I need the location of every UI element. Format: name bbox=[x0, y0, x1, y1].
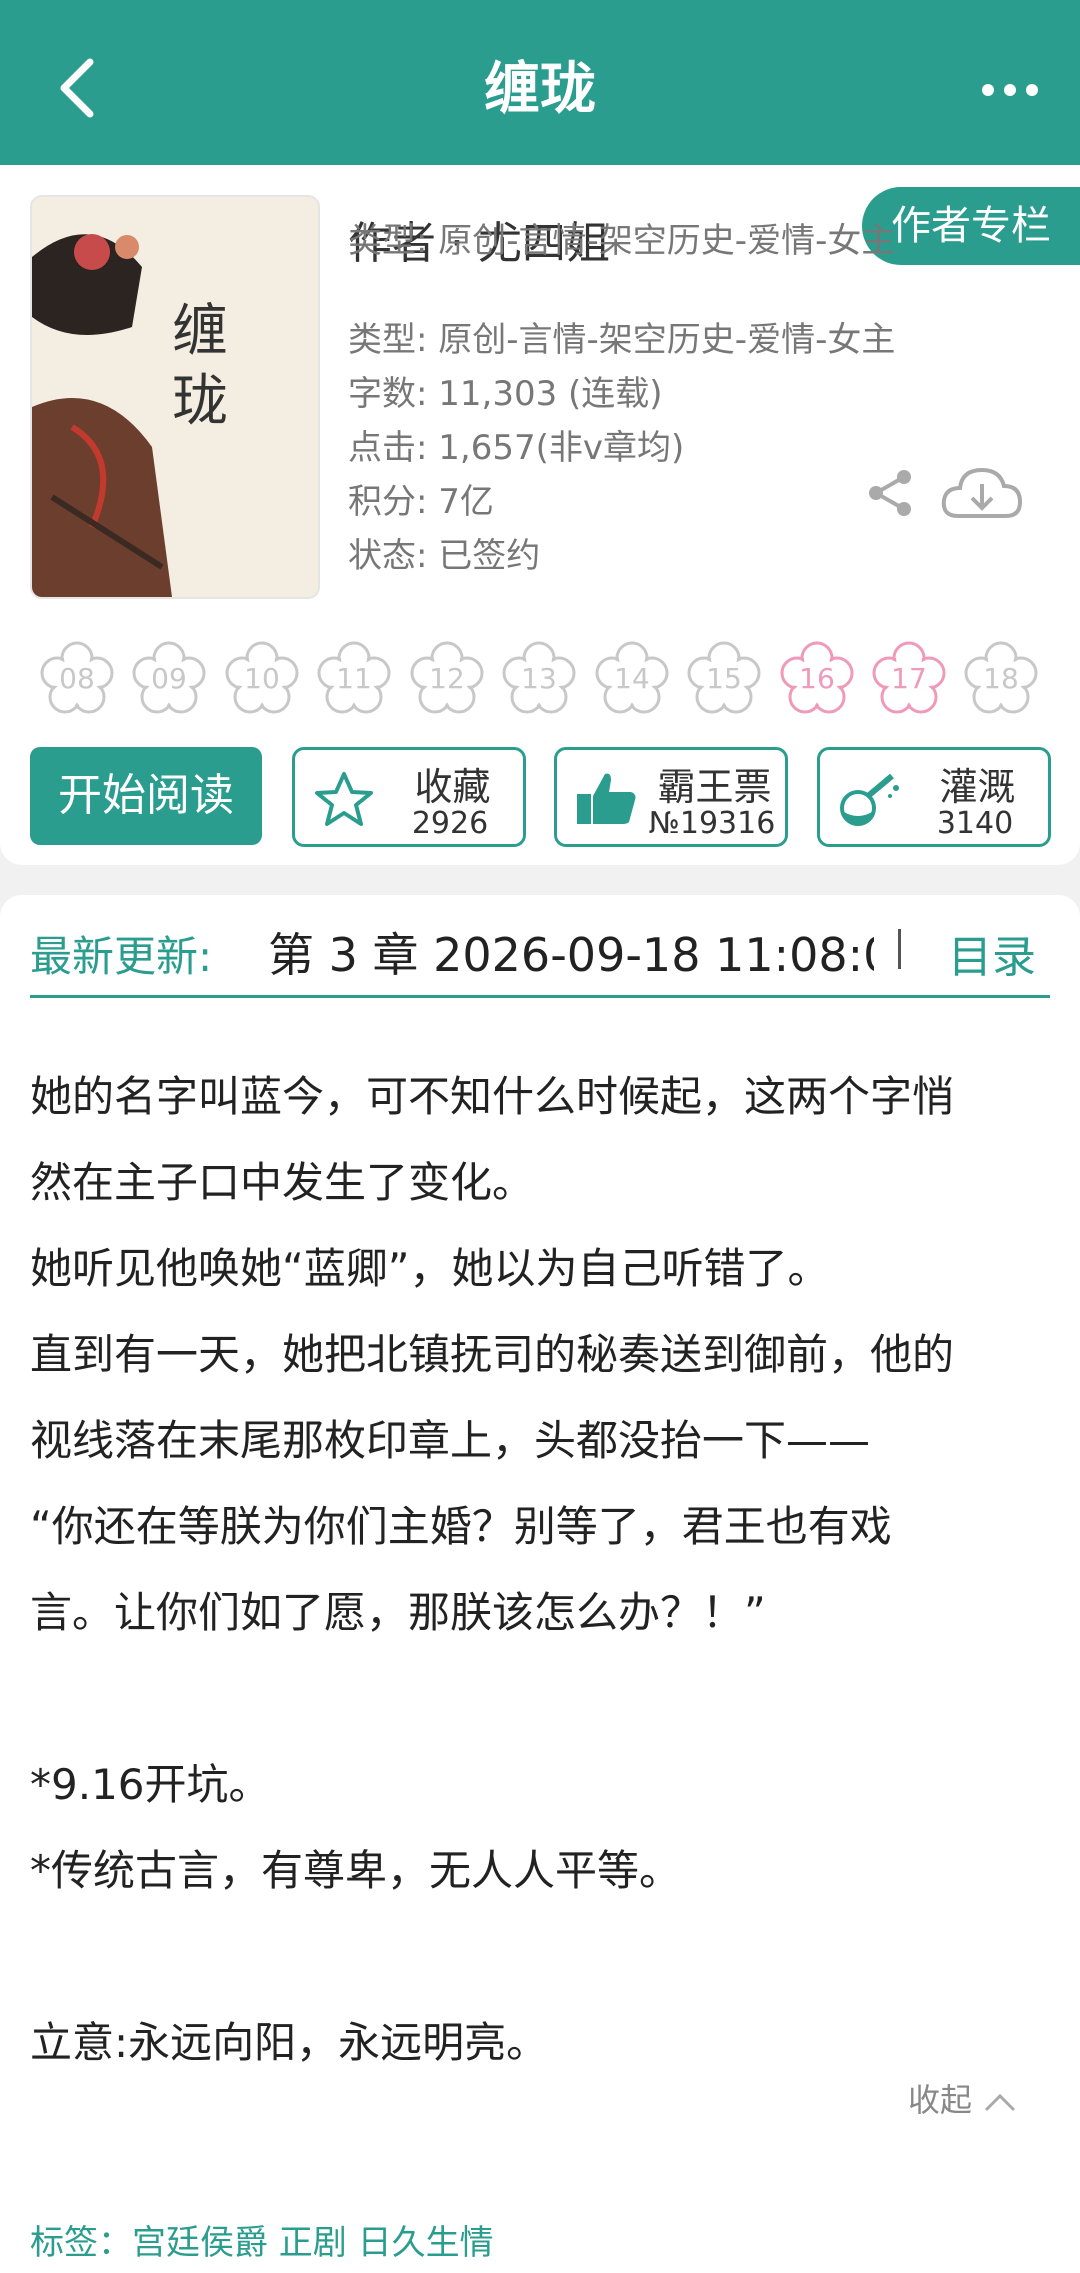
cover-title-text: 缠珑 bbox=[172, 299, 228, 434]
flower-level-09: 09 bbox=[130, 640, 208, 718]
flower-label: 11 bbox=[336, 662, 372, 695]
meta-genre-line: 类型: 原创-言情-架空历史-爱情-女主 bbox=[348, 320, 896, 360]
table-of-contents-link[interactable]: 目录 bbox=[948, 921, 1036, 985]
flower-rating-row: 08 09 10 11 12 13 14 15 16 17 18 bbox=[38, 640, 1048, 720]
page-title: 缠珑 bbox=[484, 57, 596, 122]
latest-update-text[interactable]: 第 3 章 2026-09-18 11:08:00 bbox=[268, 919, 874, 985]
vote-count: №19316 bbox=[648, 806, 776, 841]
collapse-label: 收起 bbox=[908, 2081, 973, 2119]
meta-points: 积分: 7亿 bbox=[348, 482, 494, 522]
description-line: 言。让你们如了愿，那朕该怎么办？！” bbox=[30, 1588, 766, 1637]
flower-label: 18 bbox=[983, 662, 1019, 695]
vote-button[interactable]: 霸王票 №19316 bbox=[554, 747, 788, 847]
meta-status: 状态: 已签约 bbox=[348, 536, 541, 576]
flower-label: 09 bbox=[151, 662, 187, 695]
top-app-bar: 缠珑 bbox=[0, 0, 1080, 165]
thumbs-up-icon bbox=[577, 773, 636, 824]
description-line: *9.16开坑。 bbox=[30, 1760, 271, 1809]
flower-level-10: 10 bbox=[223, 640, 301, 718]
share-icon[interactable] bbox=[862, 465, 918, 521]
underline-divider bbox=[30, 995, 1050, 998]
favorite-button[interactable]: 收藏 2926 bbox=[292, 747, 526, 847]
description-line: 立意:永远向阳，永远明亮。 bbox=[30, 2018, 549, 2067]
meta-clicks: 点击: 1,657(非v章均) bbox=[348, 428, 685, 468]
flower-label: 15 bbox=[706, 662, 742, 695]
description-line: “你还在等朕为你们主婚？别等了，君王也有戏 bbox=[30, 1502, 892, 1551]
meta-words: 字数: 11,303 (连载) bbox=[348, 374, 663, 414]
flower-level-14: 14 bbox=[593, 640, 671, 718]
flower-level-08: 08 bbox=[38, 640, 116, 718]
latest-update-bar: 最新更新: 第 3 章 2026-09-18 11:08:00 目录 bbox=[0, 895, 1080, 1025]
description-line: 直到有一天，她把北镇抚司的秘奏送到御前，他的 bbox=[30, 1330, 955, 1379]
nutrient-label: 灌溉 bbox=[939, 765, 1016, 809]
flower-level-15: 15 bbox=[685, 640, 763, 718]
chevron-up-icon bbox=[985, 2093, 1016, 2112]
book-description: 收起 标签：宫廷侯爵 正剧 日久生情 她的名字叫蓝今，可不知什么时候起，这两个字… bbox=[0, 1025, 1080, 2273]
flower-label: 17 bbox=[891, 662, 927, 695]
latest-update-label: 最新更新: bbox=[30, 932, 213, 981]
flower-label: 14 bbox=[614, 662, 650, 695]
collapse-button[interactable]: 收起 bbox=[908, 2075, 1018, 2121]
flower-label: 10 bbox=[244, 662, 280, 695]
description-line: 视线落在末尾那枚印章上，头都没抬一下—— bbox=[30, 1416, 871, 1465]
flower-label: 08 bbox=[59, 662, 95, 695]
nutrient-count: 3140 bbox=[936, 806, 1014, 841]
divider bbox=[898, 929, 901, 969]
nutrient-button[interactable]: 灌溉 3140 bbox=[817, 747, 1051, 847]
cloud-download-icon[interactable] bbox=[940, 460, 1024, 526]
description-line: 然在主子口中发生了变化。 bbox=[30, 1158, 535, 1207]
start-reading-button[interactable]: 开始阅读 bbox=[30, 747, 262, 845]
more-options-icon[interactable] bbox=[970, 60, 1050, 120]
favorite-count: 2926 bbox=[411, 806, 489, 841]
flower-level-17: 17 bbox=[870, 640, 948, 718]
flower-level-18: 18 bbox=[962, 640, 1040, 718]
flower-level-16: 16 bbox=[778, 640, 856, 718]
flower-level-11: 11 bbox=[315, 640, 393, 718]
book-cover-image[interactable]: 缠珑 bbox=[30, 195, 320, 599]
favorite-label: 收藏 bbox=[414, 765, 491, 809]
flower-label: 12 bbox=[429, 662, 465, 695]
meta-genre: 类型: 原创-言情-架空历史-爱情-女主 bbox=[348, 221, 896, 261]
flask-icon bbox=[840, 773, 899, 826]
flower-label: 13 bbox=[521, 662, 557, 695]
star-icon bbox=[315, 772, 373, 826]
vote-label: 霸王票 bbox=[657, 765, 772, 809]
description-line: *传统古言，有尊卑，无人人平等。 bbox=[30, 1846, 682, 1895]
flower-level-13: 13 bbox=[500, 640, 578, 718]
flower-label: 16 bbox=[799, 662, 835, 695]
description-line: 她听见他唤她“蓝卿”，她以为自己听错了。 bbox=[30, 1244, 830, 1293]
tags-line[interactable]: 标签：宫廷侯爵 正剧 日久生情 bbox=[30, 2215, 494, 2264]
description-line: 她的名字叫蓝今，可不知什么时候起，这两个字悄 bbox=[30, 1072, 955, 1121]
flower-level-12: 12 bbox=[408, 640, 486, 718]
